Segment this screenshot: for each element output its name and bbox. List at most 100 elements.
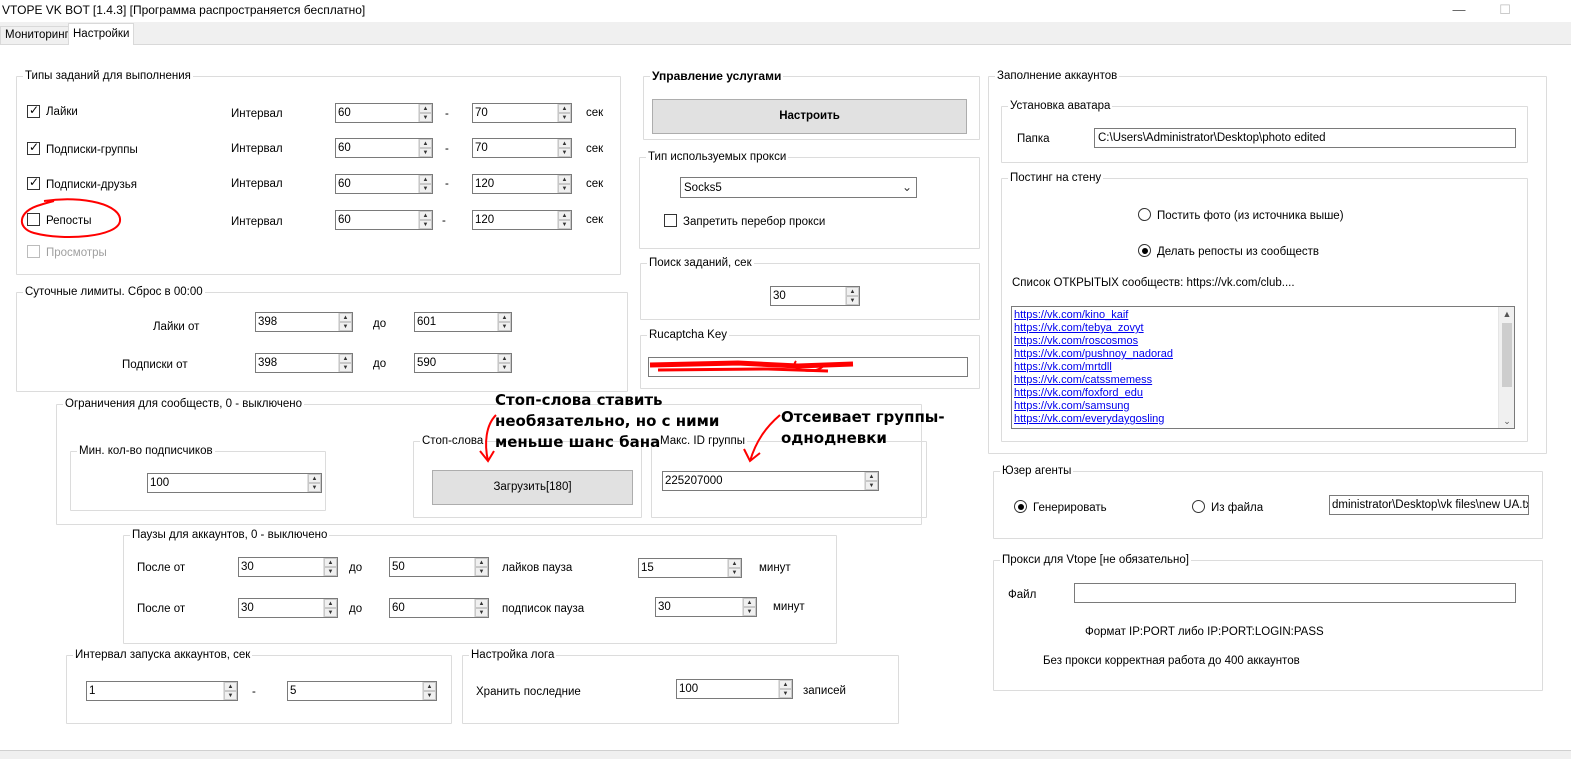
spin-up-icon[interactable]: ▲ [865,472,878,481]
minimize-button[interactable]: — [1436,0,1482,22]
ua-file-path-input[interactable]: dministrator\Desktop\vk files\new UA.txt [1329,495,1529,515]
spin-down-icon[interactable]: ▼ [558,184,571,193]
spin-up-icon[interactable]: ▲ [728,559,741,568]
task-search-input[interactable]: 30 ▲ ▼ [770,286,860,306]
max-id-input[interactable]: 225207000 ▲ ▼ [662,471,879,491]
community-link[interactable]: https://vk.com/kino_kaif [1012,309,1514,322]
community-link[interactable]: https://vk.com/catssmemess [1012,374,1514,387]
likes-checkbox[interactable]: ✓ [27,103,40,118]
community-link[interactable]: https://vk.com/samsung [1012,400,1514,413]
proxy-type-select[interactable]: Socks5 ⌄ [680,177,917,198]
community-link[interactable]: https://vk.com/roscosmos [1012,335,1514,348]
spin-up-icon[interactable]: ▲ [224,682,237,691]
community-link[interactable]: https://vk.com/foxford_edu [1012,387,1514,400]
spin-down-icon[interactable]: ▼ [498,363,511,372]
spin-up-icon[interactable]: ▲ [423,682,436,691]
reposts-interval-from[interactable]: 60 ▲ ▼ [335,210,433,230]
likes-interval-to[interactable]: 70 ▲ ▼ [472,103,572,123]
community-link[interactable]: https://vk.com/mrtdll [1012,361,1514,374]
spin-down-icon[interactable]: ▼ [419,148,432,157]
spin-up-icon[interactable]: ▲ [324,599,337,608]
spin-down-icon[interactable]: ▼ [339,363,352,372]
configure-services-button[interactable]: Настроить [652,99,967,134]
spin-down-icon[interactable]: ▼ [475,608,488,617]
spin-down-icon[interactable]: ▼ [419,220,432,229]
ua-from-file-radio[interactable] [1192,500,1205,513]
spin-up-icon[interactable]: ▲ [558,211,571,220]
community-link[interactable]: https://vk.com/everydaygosling [1012,413,1514,426]
vtope-proxy-file-input[interactable] [1074,583,1516,603]
spin-up-icon[interactable]: ▲ [779,680,792,689]
spin-down-icon[interactable]: ▼ [865,481,878,490]
log-keep-input[interactable]: 100 ▲ ▼ [676,679,793,699]
spin-up-icon[interactable]: ▲ [498,354,511,363]
spin-down-icon[interactable]: ▼ [558,113,571,122]
group-subs-interval-from[interactable]: 60 ▲ ▼ [335,138,433,158]
subs-pause-to[interactable]: 60 ▲ ▼ [389,598,489,618]
avatar-folder-input[interactable]: C:\Users\Administrator\Desktop\photo edi… [1094,128,1516,148]
subs-pause-from[interactable]: 30 ▲ ▼ [238,598,338,618]
spin-up-icon[interactable]: ▲ [846,287,859,296]
reposts-interval-to[interactable]: 120 ▲ ▼ [472,210,572,230]
launch-interval-from[interactable]: 1 ▲ ▼ [86,681,238,701]
tab-monitoring[interactable]: Мониторинг [0,26,74,45]
post-photo-radio[interactable] [1138,208,1151,221]
spin-up-icon[interactable]: ▲ [308,474,321,483]
spin-up-icon[interactable]: ▲ [339,313,352,322]
likes-pause-from[interactable]: 30 ▲ ▼ [238,557,338,577]
community-link[interactable]: https://vk.com/pushnoy_nadorad [1012,348,1514,361]
load-stop-words-button[interactable]: Загрузить[180] [432,470,633,505]
friend-subs-interval-from[interactable]: 60 ▲ ▼ [335,174,433,194]
communities-scrollbar[interactable]: ▲ ⌄ [1498,307,1514,428]
spin-up-icon[interactable]: ▲ [419,139,432,148]
spin-down-icon[interactable]: ▼ [324,567,337,576]
spin-up-icon[interactable]: ▲ [558,104,571,113]
spin-down-icon[interactable]: ▼ [419,184,432,193]
spin-down-icon[interactable]: ▼ [224,691,237,700]
daily-likes-from[interactable]: 398 ▲ ▼ [255,312,353,332]
spin-down-icon[interactable]: ▼ [743,607,756,616]
spin-down-icon[interactable]: ▼ [308,483,321,492]
daily-subs-from[interactable]: 398 ▲ ▼ [255,353,353,373]
subs-pause-minutes[interactable]: 30 ▲ ▼ [655,597,757,617]
spin-up-icon[interactable]: ▲ [743,598,756,607]
scroll-up-icon[interactable]: ▲ [1499,307,1514,321]
spin-up-icon[interactable]: ▲ [558,139,571,148]
communities-listbox[interactable]: https://vk.com/kino_kaif https://vk.com/… [1011,306,1515,429]
daily-subs-to[interactable]: 590 ▲ ▼ [414,353,512,373]
repost-communities-radio[interactable] [1138,244,1151,257]
spin-down-icon[interactable]: ▼ [475,567,488,576]
spin-up-icon[interactable]: ▲ [475,558,488,567]
ua-generate-radio[interactable] [1014,500,1027,513]
spin-down-icon[interactable]: ▼ [498,322,511,331]
min-subs-input[interactable]: 100 ▲ ▼ [147,473,322,493]
tab-settings[interactable]: Настройки [68,23,135,45]
spin-down-icon[interactable]: ▼ [558,220,571,229]
spin-down-icon[interactable]: ▼ [779,689,792,698]
group-subs-checkbox[interactable]: ✓ [27,140,40,155]
spin-up-icon[interactable]: ▲ [419,211,432,220]
spin-up-icon[interactable]: ▲ [558,175,571,184]
spin-up-icon[interactable]: ▲ [498,313,511,322]
scroll-down-icon[interactable]: ⌄ [1499,414,1514,428]
scroll-thumb[interactable] [1502,323,1512,387]
spin-down-icon[interactable]: ▼ [339,322,352,331]
spin-up-icon[interactable]: ▲ [419,104,432,113]
friend-subs-interval-to[interactable]: 120 ▲ ▼ [472,174,572,194]
spin-up-icon[interactable]: ▲ [419,175,432,184]
friend-subs-checkbox[interactable]: ✓ [27,175,40,190]
spin-down-icon[interactable]: ▼ [423,691,436,700]
spin-up-icon[interactable]: ▲ [339,354,352,363]
spin-down-icon[interactable]: ▼ [558,148,571,157]
likes-interval-from[interactable]: 60 ▲ ▼ [335,103,433,123]
daily-likes-to[interactable]: 601 ▲ ▼ [414,312,512,332]
spin-up-icon[interactable]: ▲ [475,599,488,608]
group-subs-interval-to[interactable]: 70 ▲ ▼ [472,138,572,158]
maximize-button[interactable]: ☐ [1482,0,1528,22]
spin-down-icon[interactable]: ▼ [728,568,741,577]
spin-down-icon[interactable]: ▼ [419,113,432,122]
likes-pause-to[interactable]: 50 ▲ ▼ [389,557,489,577]
launch-interval-to[interactable]: 5 ▲ ▼ [287,681,437,701]
spin-down-icon[interactable]: ▼ [846,296,859,305]
spin-down-icon[interactable]: ▼ [324,608,337,617]
